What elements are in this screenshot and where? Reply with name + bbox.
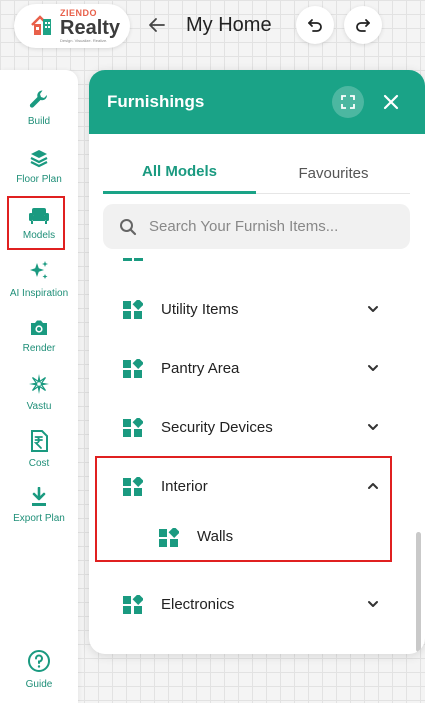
sidebar-item-label: Cost [28, 458, 50, 469]
tab-favourites[interactable]: Favourites [257, 152, 410, 194]
category-interior[interactable]: Interior [89, 457, 425, 515]
undo-button[interactable] [296, 6, 334, 44]
category-label: Security Devices [161, 418, 273, 436]
category-electronics[interactable]: Electronics [89, 575, 425, 633]
wrench-icon [29, 90, 48, 108]
sidebar-item-build[interactable]: Build [0, 88, 78, 127]
arrow-left-icon [149, 18, 165, 32]
logo-main-text: Realty [60, 17, 121, 39]
category-list: Utility Items Pantry Area Security Devic… [89, 256, 425, 654]
subcategory-walls[interactable]: Walls [89, 516, 425, 556]
sidebar-item-ai-inspiration[interactable]: AI Inspiration [0, 260, 78, 299]
logo[interactable]: ZIENDO Realty Design. Visualize. Realize… [14, 4, 130, 48]
rupee-doc-icon [31, 430, 48, 452]
left-sidebar: Build Floor Plan Models AI Inspiration R… [0, 70, 78, 703]
sidebar-item-export-plan[interactable]: Export Plan [0, 487, 78, 524]
category-icon [123, 300, 143, 319]
expand-icon [341, 95, 355, 109]
category-pantry-area[interactable]: Pantry Area [89, 339, 425, 397]
sidebar-item-floor-plan[interactable]: Floor Plan [0, 148, 78, 185]
sidebar-item-label: Build [27, 116, 51, 127]
chevron-down-icon [368, 424, 378, 430]
chevron-down-icon [368, 365, 378, 371]
sidebar-item-label: Guide [25, 679, 53, 690]
category-label: Pantry Area [161, 359, 240, 377]
scrollbar[interactable] [416, 532, 421, 652]
sidebar-item-cost[interactable]: Cost [0, 430, 78, 469]
redo-button[interactable] [344, 6, 382, 44]
sidebar-item-models[interactable]: Models [0, 196, 78, 250]
tab-all-models[interactable]: All Models [103, 152, 256, 194]
category-icon [123, 359, 143, 378]
category-icon [123, 477, 143, 496]
subcategory-label: Walls [197, 527, 234, 545]
panel-header: Furnishings [89, 70, 425, 134]
category-icon [123, 418, 143, 437]
sidebar-item-render[interactable]: Render [0, 319, 78, 354]
category-label: Electronics [161, 595, 235, 613]
expand-button[interactable] [332, 86, 364, 118]
logo-tagline: Design. Visualize. Realize. [60, 38, 108, 43]
active-highlight-box [7, 196, 65, 250]
search-box [103, 204, 410, 249]
furnishings-panel: Furnishings All Models Favourites Search… [89, 70, 425, 654]
panel-title: Furnishings [107, 92, 205, 111]
sidebar-item-vastu[interactable]: Vastu [0, 373, 78, 412]
tab-bar: All Models Favourites [103, 152, 410, 194]
sidebar-item-label: AI Inspiration [9, 288, 69, 299]
compass-icon [29, 374, 49, 394]
close-icon [383, 94, 399, 110]
sidebar-item-label: Floor Plan [16, 174, 62, 185]
category-icon [159, 528, 179, 547]
undo-icon [308, 19, 322, 32]
sidebar-item-label: Render [22, 343, 56, 354]
camera-icon [31, 320, 47, 335]
sidebar-item-label: Export Plan [13, 513, 65, 524]
sparkles-icon [30, 261, 48, 279]
sidebar-item-guide[interactable]: Guide [0, 649, 78, 690]
category-icon [123, 595, 143, 614]
page-title: My Home [186, 14, 272, 36]
chevron-down-icon [368, 601, 378, 607]
house-logo-icon [30, 13, 56, 39]
category-security-devices[interactable]: Security Devices [89, 398, 425, 456]
layers-icon [30, 150, 48, 168]
search-icon [120, 218, 137, 235]
search-input[interactable] [149, 218, 389, 235]
partial-item-icon [123, 258, 143, 261]
chevron-up-icon [368, 483, 378, 489]
redo-icon [356, 19, 370, 32]
back-button[interactable] [142, 10, 172, 40]
category-label: Utility Items [161, 300, 239, 318]
download-icon [32, 487, 46, 506]
close-button[interactable] [375, 86, 407, 118]
category-utility-items[interactable]: Utility Items [89, 280, 425, 338]
help-circle-icon [28, 650, 50, 672]
category-label: Interior [161, 477, 208, 495]
chevron-down-icon [368, 306, 378, 312]
sidebar-item-label: Vastu [26, 401, 52, 412]
